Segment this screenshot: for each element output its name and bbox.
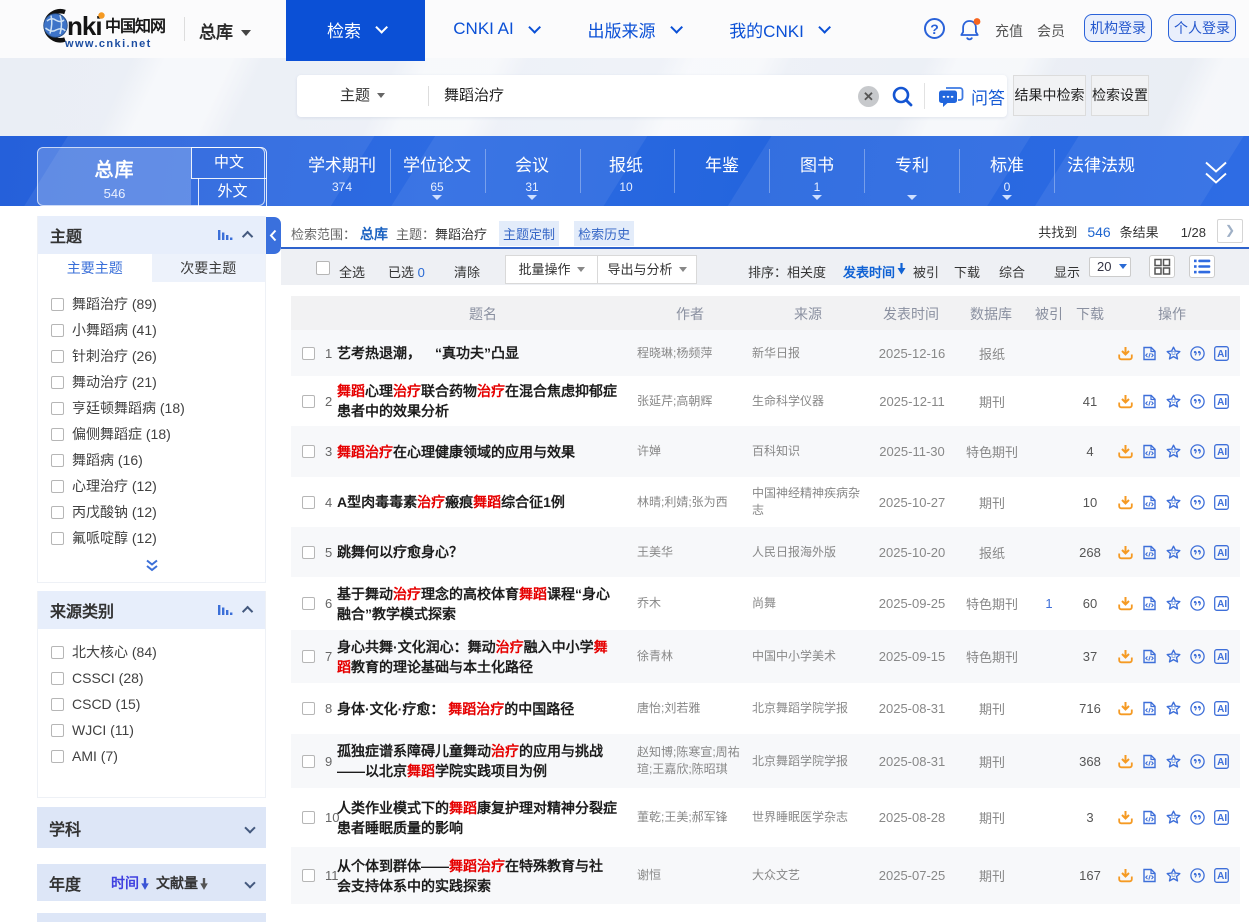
svg-text:www.cnki.net: www.cnki.net [64, 38, 152, 50]
svg-text:中国知网: 中国知网 [105, 17, 165, 36]
svg-text:nki: nki [67, 11, 102, 41]
